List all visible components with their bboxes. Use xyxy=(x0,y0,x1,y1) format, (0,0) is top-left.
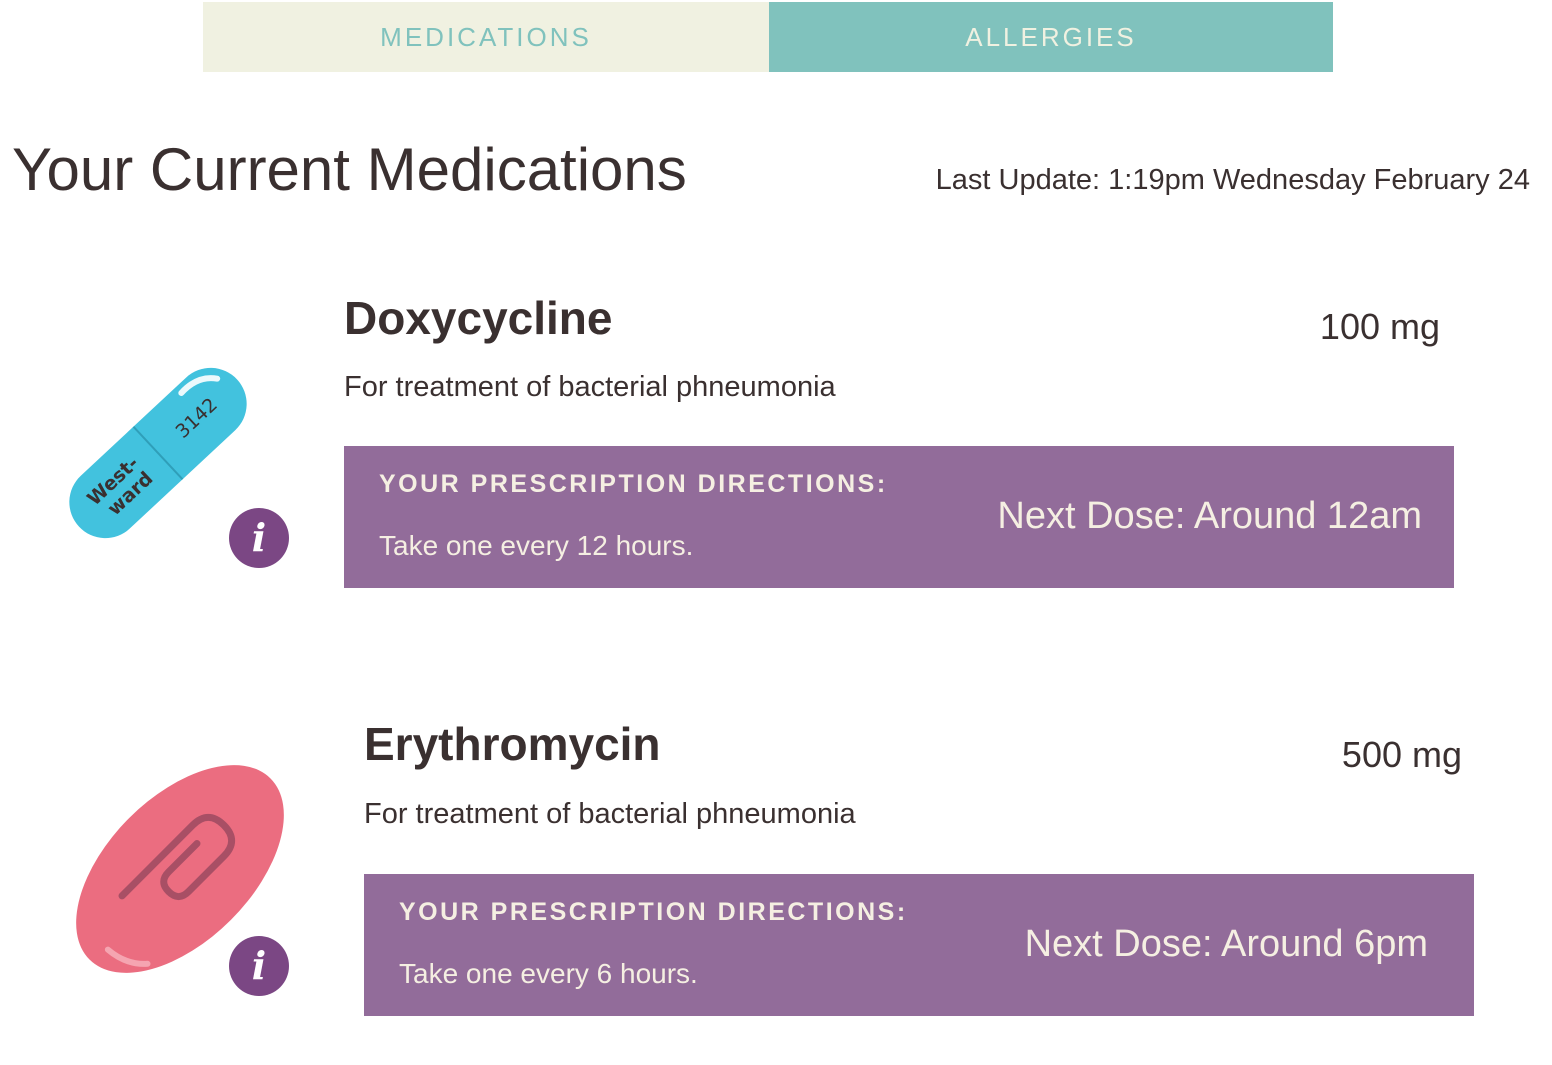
tab-medications[interactable]: MEDICATIONS xyxy=(203,2,769,72)
info-button[interactable]: i xyxy=(229,936,289,996)
prescription-directions-panel: YOUR PRESCRIPTION DIRECTIONS: Take one e… xyxy=(344,446,1454,588)
medication-dose: 500 mg xyxy=(1341,734,1462,775)
directions-text: Take one every 6 hours. xyxy=(399,958,698,989)
info-button[interactable]: i xyxy=(229,508,289,568)
medication-dose: 100 mg xyxy=(1319,306,1440,347)
medication-card: 3142 West- ward i Doxycycline 100 mg For… xyxy=(0,280,1552,600)
svg-text:i: i xyxy=(252,943,266,988)
last-update-timestamp: Last Update: 1:19pm Wednesday February 2… xyxy=(935,164,1530,196)
prescription-directions-panel: YOUR PRESCRIPTION DIRECTIONS: Take one e… xyxy=(364,874,1474,1016)
svg-text:i: i xyxy=(252,515,266,560)
tab-bar: MEDICATIONS ALLERGIES xyxy=(203,2,1333,72)
info-icon: i xyxy=(252,515,266,560)
directions-heading: YOUR PRESCRIPTION DIRECTIONS: xyxy=(399,898,908,926)
next-dose: Next Dose: Around 12am xyxy=(997,495,1422,537)
next-dose: Next Dose: Around 6pm xyxy=(1024,923,1428,965)
tab-allergies[interactable]: ALLERGIES xyxy=(769,2,1333,72)
medication-purpose: For treatment of bacterial phneumonia xyxy=(364,798,856,830)
directions-heading: YOUR PRESCRIPTION DIRECTIONS: xyxy=(379,470,888,498)
directions-text: Take one every 12 hours. xyxy=(379,530,694,561)
info-icon: i xyxy=(252,943,266,988)
page-title: Your Current Medications xyxy=(12,136,687,203)
medication-purpose: For treatment of bacterial phneumonia xyxy=(344,371,836,403)
medication-card: i Erythromycin 500 mg For treatment of b… xyxy=(0,708,1552,1028)
medication-name: Doxycycline xyxy=(344,292,613,344)
medication-name: Erythromycin xyxy=(364,718,661,770)
